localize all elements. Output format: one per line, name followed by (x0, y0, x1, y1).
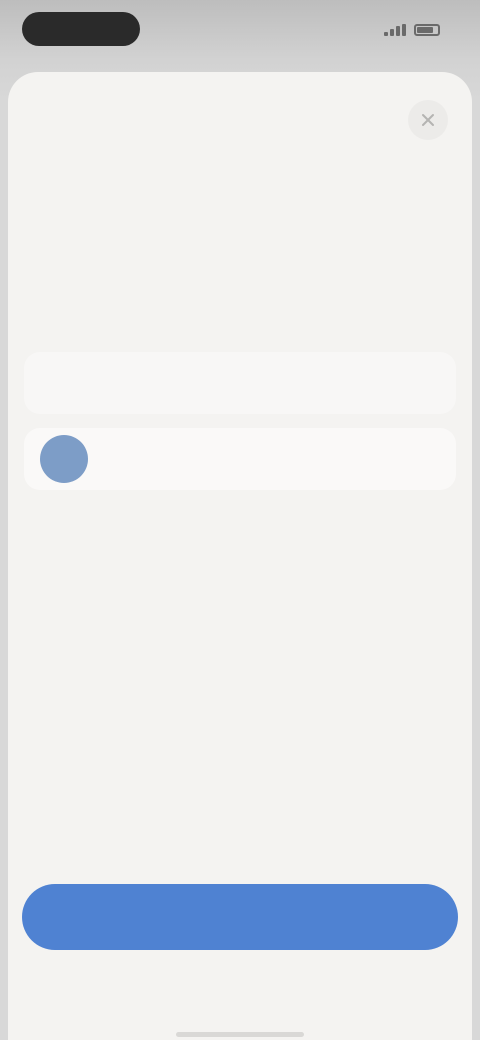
signal-icon (384, 24, 406, 36)
close-button[interactable] (408, 100, 448, 140)
status-time (22, 12, 140, 46)
options-list (24, 352, 456, 504)
close-icon (422, 114, 434, 126)
status-bar (0, 0, 480, 60)
avatar (40, 435, 88, 483)
app-screen (0, 0, 480, 1040)
modal-sheet (8, 72, 472, 1040)
battery-icon (414, 24, 440, 36)
option-row-1[interactable] (24, 352, 456, 414)
home-indicator (176, 1032, 304, 1037)
option-row-2[interactable] (24, 428, 456, 490)
status-icons (350, 22, 440, 38)
primary-button[interactable] (22, 884, 458, 950)
